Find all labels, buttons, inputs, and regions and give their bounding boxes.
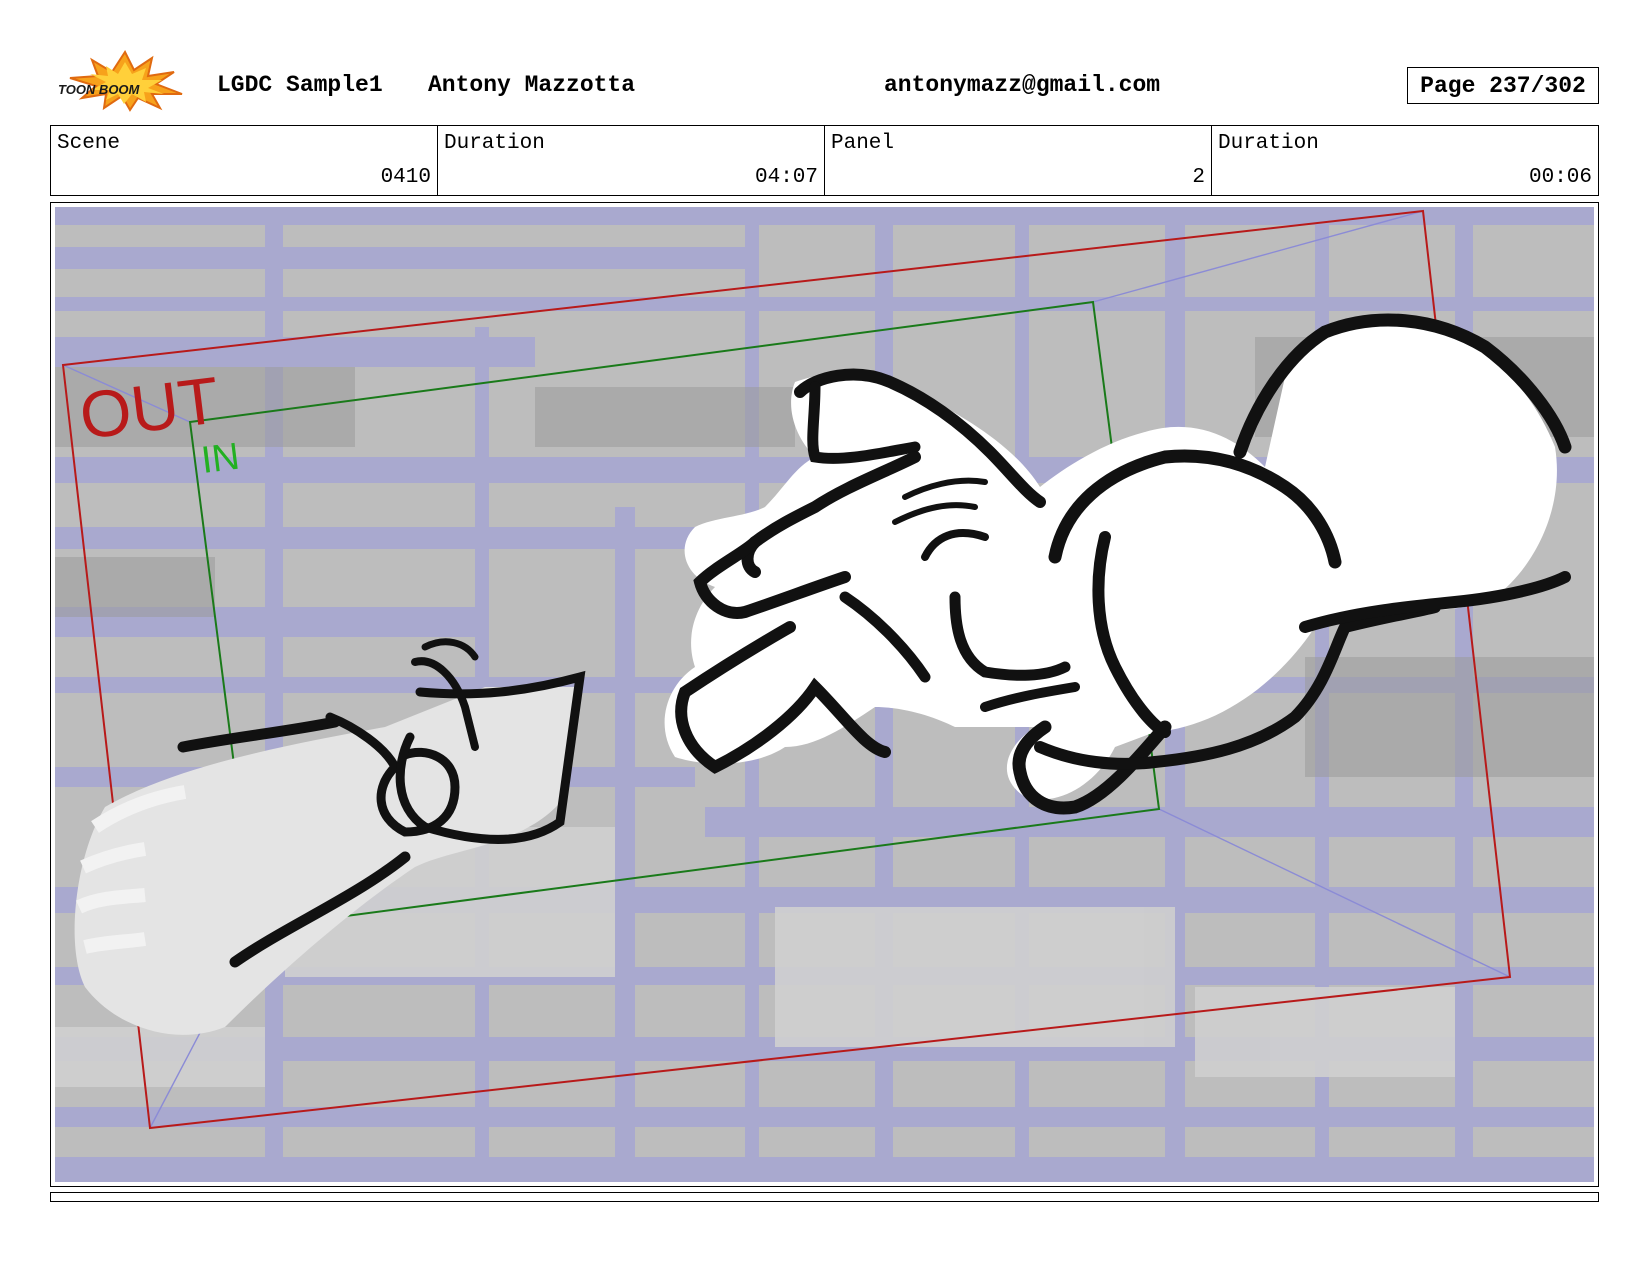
page-number: Page 237/302 bbox=[1407, 67, 1599, 104]
panel-duration-label: Duration bbox=[1218, 132, 1319, 155]
scene-duration-cell: Duration 04:07 bbox=[438, 126, 825, 195]
project-title: LGDC Sample1 bbox=[217, 72, 383, 98]
scene-label: Scene bbox=[57, 132, 121, 155]
scene-duration-value: 04:07 bbox=[754, 166, 818, 189]
logo-text: TOON BOOM bbox=[58, 82, 141, 97]
toon-boom-logo: TOON BOOM bbox=[58, 50, 183, 112]
panel-value: 2 bbox=[1192, 166, 1205, 189]
panel-drawing: OUT IN bbox=[55, 207, 1594, 1182]
bottom-strip bbox=[50, 1192, 1599, 1202]
author-name: Antony Mazzotta bbox=[428, 72, 636, 98]
scene-value: 0410 bbox=[380, 166, 431, 189]
panel-duration-value: 00:06 bbox=[1528, 166, 1592, 189]
panel-duration-cell: Duration 00:06 bbox=[1212, 126, 1598, 195]
in-label: IN bbox=[199, 436, 242, 482]
author-email: antonymazz@gmail.com bbox=[884, 72, 1161, 98]
panel-label: Panel bbox=[831, 132, 895, 155]
storyboard-panel: OUT IN bbox=[50, 202, 1599, 1187]
panel-cell: Panel 2 bbox=[825, 126, 1212, 195]
scene-cell: Scene 0410 bbox=[51, 126, 438, 195]
scene-info-table: Scene 0410 Duration 04:07 Panel 2 Durati… bbox=[50, 125, 1599, 196]
scene-duration-label: Duration bbox=[444, 132, 545, 155]
